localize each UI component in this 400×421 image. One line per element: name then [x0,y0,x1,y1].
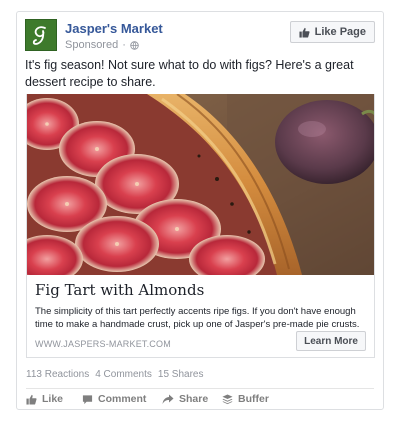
comment-button[interactable]: Comment [82,393,162,405]
share-icon [162,394,174,404]
sponsored-label: Sponsored · [65,39,139,51]
post-actions: Like Comment Share Buffer [26,393,282,405]
like-label: Like [42,393,64,405]
ad-post-card: Jasper's Market Sponsored · Like Page It… [16,11,384,410]
comment-icon [82,394,93,404]
link-description: The simplicity of this tart perfectly ac… [35,306,360,330]
like-page-button[interactable]: Like Page [289,21,375,43]
buffer-icon [222,393,233,404]
sponsored-text: Sponsored [65,39,119,51]
learn-more-button[interactable]: Learn More [296,331,366,351]
comments-count[interactable]: 4 Comments [95,369,152,380]
engagement-stats: 113 Reactions 4 Comments 15 Shares [26,369,203,380]
buffer-button[interactable]: Buffer [222,393,282,405]
jaspers-market-logo[interactable] [25,19,57,51]
logo-letter-icon [32,26,46,45]
share-button[interactable]: Share [162,393,222,405]
shares-count[interactable]: 15 Shares [158,369,204,380]
link-preview[interactable]: Fig Tart with Almonds The simplicity of … [26,275,375,358]
post-header: Jasper's Market Sponsored · Like Page [25,19,375,55]
buffer-label: Buffer [238,393,269,405]
reactions-count[interactable]: 113 Reactions [26,369,89,380]
share-label: Share [179,393,209,405]
thumbs-up-icon [299,27,310,38]
link-domain: WWW.JASPERS-MARKET.COM [35,339,171,349]
like-page-label: Like Page [314,26,366,38]
comment-label: Comment [98,393,147,405]
fig-tart-photo [27,94,374,275]
fig-tart-image[interactable] [26,94,375,275]
thumbs-up-icon [26,394,37,405]
post-text: It's fig season! Not sure what to do wit… [25,58,354,89]
actions-divider [26,388,374,389]
like-button[interactable]: Like [26,393,82,405]
link-title[interactable]: Fig Tart with Almonds [35,281,204,299]
globe-icon [130,40,139,50]
page-name-link[interactable]: Jasper's Market [65,21,163,36]
